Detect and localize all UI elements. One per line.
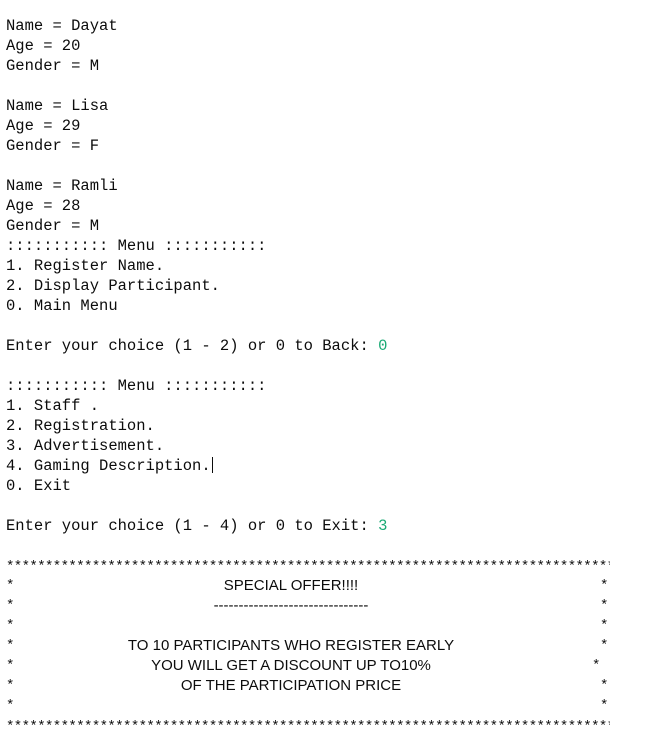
mainmenu-item-exit: 0. Exit (6, 477, 72, 495)
submenu-header: ::::::::::: Menu ::::::::::: (6, 237, 267, 255)
mainmenu-item-gaming-description-line: 4. Gaming Description. (6, 456, 213, 476)
offer-box-left-star: * (6, 618, 15, 634)
offer-line-2: YOU WILL GET A DISCOUNT UP TO10% (151, 657, 431, 674)
participant-gender-line: Gender = M (6, 57, 100, 75)
offer-box-right-star: * (592, 658, 601, 674)
participant-age-line: Age = 29 (6, 117, 81, 135)
mainmenu-item-advertisement: 3. Advertisement. (6, 437, 165, 455)
offer-box-right-star: * (600, 598, 609, 614)
offer-box-top-border: ****************************************… (6, 559, 610, 570)
offer-title: SPECIAL OFFER!!!! (223, 577, 359, 594)
participant-name-line: Name = Ramli (6, 177, 118, 195)
submenu-item-register-name: 1. Register Name. (6, 257, 165, 275)
mainmenu-item-registration: 2. Registration. (6, 417, 155, 435)
offer-box-right-star: * (600, 638, 609, 654)
participant-gender-line: Gender = M (6, 217, 100, 235)
offer-title-underline: ------------------------------- (213, 597, 369, 614)
mainmenu-choice-input: 3 (378, 517, 388, 535)
mainmenu-item-gaming-description: 4. Gaming Description. (6, 457, 211, 475)
offer-box-right-star: * (600, 578, 609, 594)
console-window[interactable]: Name = Dayat Age = 20 Gender = M Name = … (0, 0, 654, 734)
offer-box-bottom-border: ****************************************… (6, 719, 610, 730)
text-cursor (211, 457, 213, 473)
participant-name-line: Name = Lisa (6, 97, 109, 115)
mainmenu-item-staff: 1. Staff . (6, 397, 100, 415)
offer-box-right-star: * (600, 678, 609, 694)
offer-box-left-star: * (6, 698, 15, 714)
submenu-prompt-line: Enter your choice (1 - 2) or 0 to Back: … (6, 336, 387, 356)
offer-line-3: OF THE PARTICIPATION PRICE (180, 677, 402, 694)
offer-line-1: TO 10 PARTICIPANTS WHO REGISTER EARLY (127, 637, 455, 654)
submenu-item-main-menu: 0. Main Menu (6, 297, 118, 315)
participant-gender-line: Gender = F (6, 137, 100, 155)
submenu-item-display-participant: 2. Display Participant. (6, 277, 220, 295)
mainmenu-prompt: Enter your choice (1 - 4) or 0 to Exit: (6, 517, 379, 535)
submenu-choice-input: 0 (378, 337, 388, 355)
submenu-prompt: Enter your choice (1 - 2) or 0 to Back: (6, 337, 379, 355)
mainmenu-header: ::::::::::: Menu ::::::::::: (6, 377, 267, 395)
mainmenu-prompt-line: Enter your choice (1 - 4) or 0 to Exit: … (6, 516, 387, 536)
participant-name-line: Name = Dayat (6, 17, 118, 35)
offer-box-right-star: * (600, 698, 609, 714)
participant-age-line: Age = 20 (6, 37, 81, 55)
participant-age-line: Age = 28 (6, 197, 81, 215)
offer-box-right-star: * (600, 618, 609, 634)
